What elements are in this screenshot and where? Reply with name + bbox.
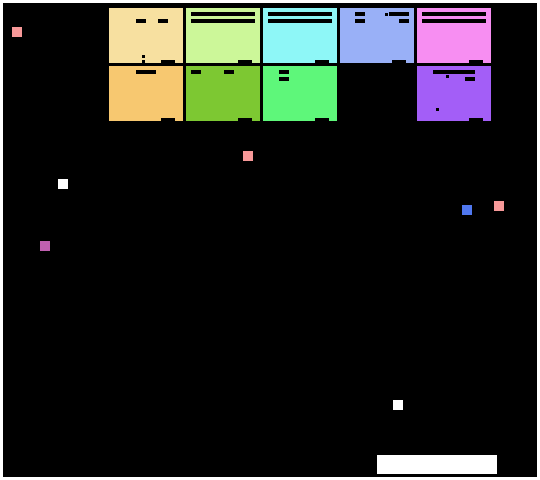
playfield [3,3,537,477]
particle-6 [494,201,504,211]
brick-r2-c5 [417,66,491,121]
brick-r1-c1 [109,8,183,63]
particle-2 [243,151,253,161]
brick-r2-c3 [263,66,337,121]
brick-r2-c1 [109,66,183,121]
particle-5 [462,205,472,215]
ball [393,400,403,410]
brick-r2-c2 [186,66,260,121]
brick-r1-c2 [186,8,260,63]
particle-3 [58,179,68,189]
particle-4 [40,241,50,251]
brick-r1-c4 [340,8,414,63]
brick-r1-c5 [417,8,491,63]
game-window [0,0,540,480]
paddle[interactable] [377,455,497,474]
particle-1 [12,27,22,37]
brick-r1-c3 [263,8,337,63]
